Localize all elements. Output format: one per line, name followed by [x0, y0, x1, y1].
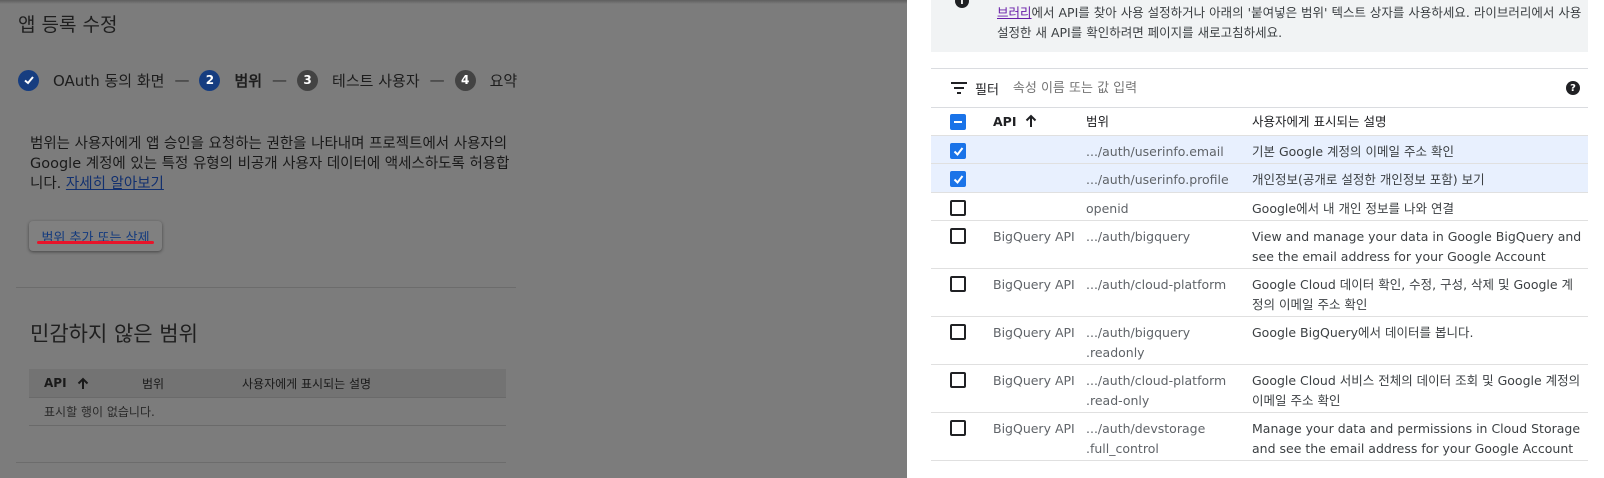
row-checkbox[interactable] [950, 420, 966, 436]
top-shadow [0, 0, 907, 4]
row-api: BigQuery API [993, 421, 1075, 436]
row-checkbox[interactable] [950, 372, 966, 388]
row-api: BigQuery API [993, 373, 1075, 388]
table-row[interactable]: BigQuery API .../auth/bigquery View and … [931, 221, 1588, 269]
row-checkbox[interactable] [950, 228, 966, 244]
table-row[interactable]: BigQuery API .../auth/bigquery .readonly… [931, 317, 1588, 365]
column-header-scope[interactable]: 범위 [1078, 108, 1244, 135]
row-checkbox[interactable] [950, 200, 966, 216]
column-header-description[interactable]: 사용자에게 표시되는 설명 [227, 375, 371, 392]
step-label-test-users[interactable]: 테스트 사용자 [332, 70, 420, 91]
info-banner: i 브러리에서 API를 찾아 사용 설정하거나 아래의 '붙여넣은 범위' 텍… [931, 0, 1588, 52]
row-api: BigQuery API [993, 325, 1075, 340]
row-scope: .../auth/bigquery [1086, 229, 1191, 244]
divider [16, 287, 516, 288]
column-header-scope[interactable]: 범위 [127, 375, 227, 392]
row-api: BigQuery API [993, 229, 1075, 244]
arrow-up-icon [77, 377, 88, 389]
row-api [985, 164, 1078, 192]
background-page: 앱 등록 수정 OAuth 동의 화면 — 2 범위 — 3 테스트 사용자 —… [0, 0, 907, 478]
scope-description: 범위는 사용자에게 앱 승인을 요청하는 권한을 나타내며 프로젝트에서 사용자… [30, 134, 510, 194]
row-description: View and manage your data in Google BigQ… [1252, 229, 1582, 264]
table-row[interactable]: BigQuery API .../auth/cloud-platform Goo… [931, 269, 1588, 317]
scope-selection-panel: i 브러리에서 API를 찾아 사용 설정하거나 아래의 '붙여넣은 범위' 텍… [907, 0, 1604, 478]
row-description: Manage your data and permissions in Clou… [1252, 421, 1581, 456]
row-description: 개인정보(공개로 설정한 개인정보 포함) 보기 [1252, 172, 1485, 187]
step-number-3: 3 [297, 69, 319, 91]
learn-more-link[interactable]: 자세히 알아보기 [66, 176, 164, 192]
row-api [985, 193, 1078, 220]
info-text: 브러리에서 API를 찾아 사용 설정하거나 아래의 '붙여넣은 범위' 텍스트… [997, 3, 1587, 43]
row-scope: .../auth/bigquery .readonly [1086, 325, 1191, 360]
step-number-2: 2 [199, 69, 221, 91]
row-scope: .../auth/cloud-platform .read-only [1086, 373, 1227, 408]
info-body: 에서 API를 찾아 사용 설정하거나 아래의 '붙여넣은 범위' 텍스트 상자… [997, 5, 1582, 40]
row-scope: .../auth/cloud-platform [1086, 277, 1227, 292]
step-separator: — [429, 71, 445, 89]
column-header-api[interactable]: API [29, 376, 127, 390]
divider [16, 462, 506, 463]
select-all-checkbox[interactable] [950, 114, 966, 130]
row-description: 기본 Google 계정의 이메일 주소 확인 [1252, 144, 1454, 159]
check-icon [953, 174, 963, 184]
step-number-4: 4 [454, 69, 476, 91]
non-sensitive-scopes-table: API 범위 사용자에게 표시되는 설명 표시할 행이 없습니다. [29, 369, 506, 426]
table-row[interactable]: .../auth/userinfo.email 기본 Google 계정의 이메… [931, 136, 1588, 164]
row-description: Google에서 내 개인 정보를 나와 연결 [1252, 201, 1454, 216]
check-icon [18, 69, 39, 91]
row-description: Google Cloud 서비스 전체의 데이터 조회 및 Google 계정의… [1252, 373, 1581, 408]
stepper: OAuth 동의 화면 — 2 범위 — 3 테스트 사용자 — 4 요약 [18, 68, 517, 92]
row-checkbox[interactable] [950, 143, 966, 159]
row-scope: .../auth/devstorage .full_control [1086, 421, 1206, 456]
page-title: 앱 등록 수정 [18, 14, 118, 36]
filter-bar: 필터 ? [931, 68, 1588, 108]
column-header-description[interactable]: 사용자에게 표시되는 설명 [1244, 108, 1588, 135]
row-description: Google BigQuery에서 데이터를 봅니다. [1252, 325, 1474, 340]
table-row[interactable]: BigQuery API .../auth/devstorage .full_c… [931, 413, 1588, 461]
step-separator: — [272, 71, 288, 89]
table-header: API 범위 사용자에게 표시되는 설명 [931, 108, 1588, 136]
row-checkbox[interactable] [950, 276, 966, 292]
step-separator: — [174, 71, 190, 89]
step-label-summary[interactable]: 요약 [490, 70, 518, 91]
column-header-api[interactable]: API [985, 108, 1078, 135]
table-header: API 범위 사용자에게 표시되는 설명 [29, 369, 506, 398]
row-api [985, 136, 1078, 163]
table-row[interactable]: openid Google에서 내 개인 정보를 나와 연결 [931, 193, 1588, 221]
library-link[interactable]: 브러리 [997, 5, 1032, 20]
highlight-underline [37, 241, 154, 244]
arrow-up-icon [1025, 114, 1036, 127]
row-checkbox[interactable] [950, 324, 966, 340]
empty-table-message: 표시할 행이 없습니다. [29, 398, 506, 426]
info-icon: i [955, 0, 969, 8]
filter-input[interactable] [1012, 80, 1533, 96]
step-label-consent[interactable]: OAuth 동의 화면 [53, 70, 164, 91]
add-remove-scopes-button[interactable]: 범위 추가 또는 삭제 [29, 221, 162, 251]
row-scope: .../auth/userinfo.profile [1086, 172, 1229, 187]
row-description: Google Cloud 데이터 확인, 수정, 구성, 삭제 및 Google… [1252, 277, 1574, 312]
scopes-table: API 범위 사용자에게 표시되는 설명 .../auth/userinfo.e… [931, 108, 1588, 461]
row-scope: openid [1086, 201, 1129, 216]
help-icon[interactable]: ? [1566, 81, 1580, 95]
table-row[interactable]: .../auth/userinfo.profile 개인정보(공개로 설정한 개… [931, 164, 1588, 193]
check-icon [953, 146, 963, 156]
row-checkbox[interactable] [950, 171, 966, 187]
step-label-scopes[interactable]: 범위 [234, 70, 262, 91]
row-scope: .../auth/userinfo.email [1086, 144, 1224, 159]
table-row[interactable]: BigQuery API .../auth/cloud-platform .re… [931, 365, 1588, 413]
row-api: BigQuery API [993, 277, 1075, 292]
filter-icon[interactable] [951, 82, 967, 94]
filter-label: 필터 [975, 82, 999, 98]
non-sensitive-scopes-title: 민감하지 않은 범위 [30, 322, 198, 346]
